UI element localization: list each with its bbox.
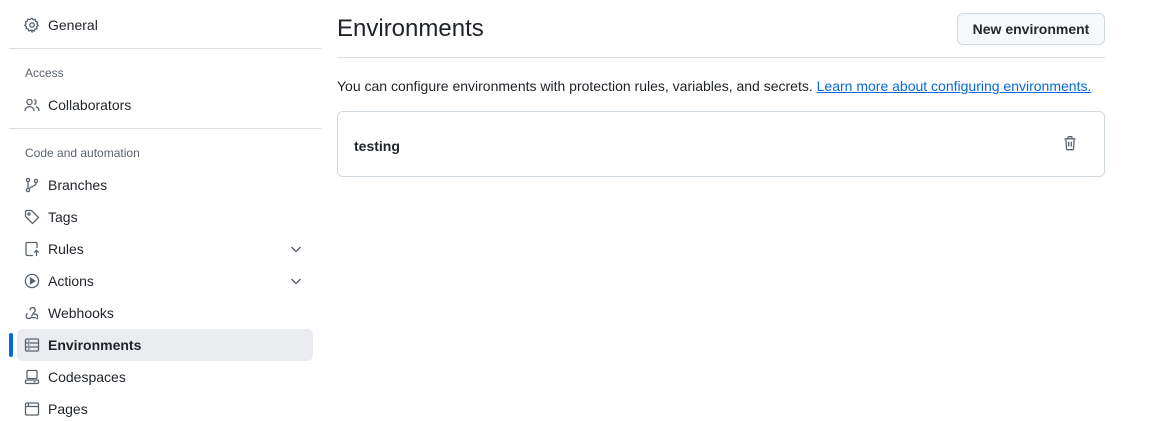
sidebar-item-rules[interactable]: Rules [17, 233, 313, 265]
sidebar-item-label: Tags [48, 209, 78, 225]
gear-icon [24, 17, 40, 33]
section-heading-code-automation: Code and automation [25, 146, 140, 160]
divider [9, 48, 321, 49]
chevron-down-icon[interactable] [288, 241, 304, 257]
environment-list: testing [337, 111, 1105, 177]
sidebar-item-label: Pages [48, 401, 88, 417]
sidebar-item-label: Actions [48, 273, 94, 289]
server-icon [24, 337, 40, 353]
sidebar-item-label: Collaborators [48, 97, 132, 113]
settings-sidebar: General Access Collaborators Code and au… [0, 0, 322, 421]
description-label: You can configure environments with prot… [337, 78, 813, 94]
people-icon [24, 97, 40, 113]
new-environment-button[interactable]: New environment [957, 13, 1105, 45]
sidebar-item-tags[interactable]: Tags [17, 201, 313, 233]
webhook-icon [24, 305, 40, 321]
learn-more-link[interactable]: Learn more about configuring environment… [817, 78, 1092, 94]
repo-push-icon [24, 241, 40, 257]
divider [337, 57, 1105, 58]
sidebar-item-environments[interactable]: Environments [17, 329, 313, 361]
browser-icon [24, 401, 40, 417]
sidebar-item-codespaces[interactable]: Codespaces [17, 361, 313, 393]
sidebar-item-label: Environments [48, 337, 142, 353]
git-branch-icon [24, 177, 40, 193]
sidebar-item-webhooks[interactable]: Webhooks [17, 297, 313, 329]
sidebar-item-label: Webhooks [48, 305, 114, 321]
sidebar-item-label: General [48, 17, 98, 33]
tag-icon [24, 209, 40, 225]
sidebar-item-label: Branches [48, 177, 108, 193]
play-icon [24, 273, 40, 289]
divider [9, 128, 321, 129]
chevron-down-icon[interactable] [288, 273, 304, 289]
section-heading-access: Access [25, 66, 64, 80]
sidebar-item-pages[interactable]: Pages [17, 393, 313, 421]
sidebar-item-collaborators[interactable]: Collaborators [17, 89, 313, 121]
trash-icon[interactable] [1062, 135, 1078, 151]
sidebar-item-general[interactable]: General [17, 9, 313, 41]
sidebar-item-label: Codespaces [48, 369, 126, 385]
page-title: Environments [337, 15, 484, 42]
sidebar-item-branches[interactable]: Branches [17, 169, 313, 201]
environment-name-link[interactable]: testing [354, 137, 400, 155]
codespaces-icon [24, 369, 40, 385]
sidebar-item-actions[interactable]: Actions [17, 265, 313, 297]
sidebar-item-label: Rules [48, 241, 84, 257]
active-indicator [9, 333, 13, 357]
description-text: You can configure environments with prot… [337, 77, 1091, 95]
